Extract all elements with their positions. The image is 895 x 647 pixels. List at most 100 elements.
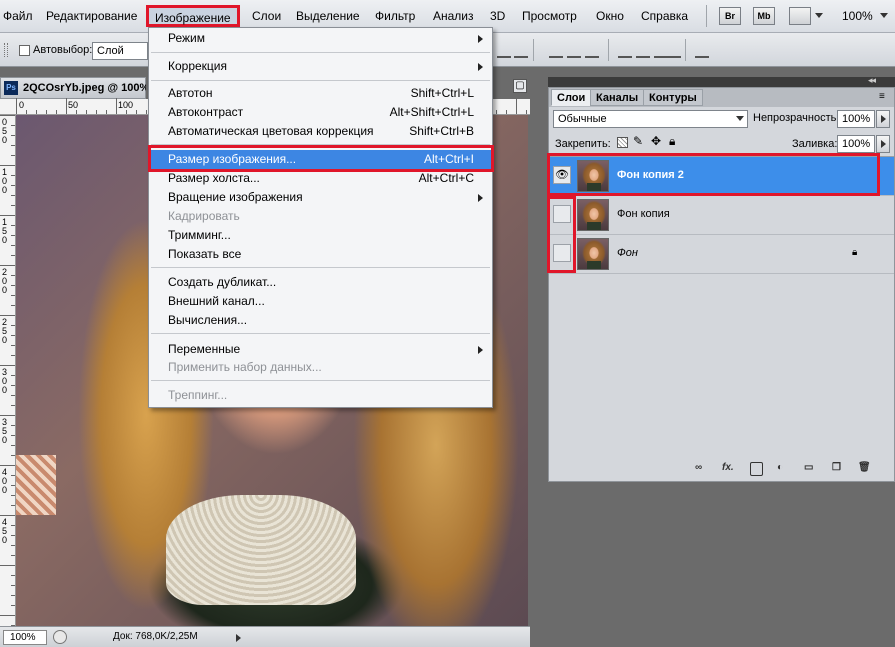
- menu-image[interactable]: Изображение: [146, 5, 240, 27]
- ruler-tick: [0, 165, 15, 166]
- menu-layers[interactable]: Слои: [252, 9, 281, 23]
- annotation-highlight: [547, 196, 576, 273]
- ruler-tick: [11, 425, 15, 426]
- menu-separator: [151, 380, 490, 381]
- layers-panel: Слои Каналы Контуры ≡ Обычные Непрозрачн…: [548, 87, 895, 482]
- menu-analysis[interactable]: Анализ: [433, 9, 474, 23]
- adjustment-icon[interactable]: ◐: [777, 462, 783, 476]
- blend-mode-dropdown[interactable]: Обычные: [553, 110, 748, 128]
- menu-file[interactable]: Файл: [3, 9, 33, 23]
- ruler-tick: [0, 565, 15, 566]
- annotation-highlight: [547, 153, 880, 196]
- new-layer-icon[interactable]: ❐: [832, 462, 841, 476]
- ruler-tick: [11, 155, 15, 156]
- layer-row[interactable]: Фон 🔒︎: [549, 235, 894, 274]
- tab-channels[interactable]: Каналы: [590, 89, 645, 106]
- layer-thumbnail: [577, 238, 609, 270]
- distribute-left-icon[interactable]: [618, 44, 632, 58]
- distribute-bottom-icon[interactable]: [585, 44, 599, 58]
- maximize-icon[interactable]: ▢: [513, 79, 527, 93]
- lock-brush-icon[interactable]: ✎: [633, 134, 643, 148]
- chevron-down-icon[interactable]: [880, 13, 888, 18]
- menu-item-apply-image[interactable]: Внешний канал...: [149, 292, 492, 311]
- chevron-down-icon[interactable]: [815, 13, 823, 18]
- ruler-tick: [0, 465, 15, 466]
- ruler-tick: [0, 215, 15, 216]
- folder-icon[interactable]: ▭: [804, 462, 813, 476]
- menu-select[interactable]: Выделение: [296, 9, 360, 23]
- ruler-tick: [11, 385, 15, 386]
- menu-item-auto-color[interactable]: Автоматическая цветовая коррекция Shift+C…: [149, 122, 492, 141]
- ruler-tick: [11, 505, 15, 506]
- tab-layers[interactable]: Слои: [551, 89, 592, 106]
- distribute-right-icon[interactable]: [667, 44, 681, 58]
- menu-item-auto-contrast[interactable]: Автоконтраст Alt+Shift+Ctrl+L: [149, 103, 492, 122]
- menu-item-auto-tone[interactable]: Автотон Shift+Ctrl+L: [149, 84, 492, 103]
- menu-item-trim[interactable]: Тримминг...: [149, 226, 492, 245]
- ruler-tick: [11, 225, 15, 226]
- align-top-icon[interactable]: [497, 44, 511, 58]
- opacity-slider-button[interactable]: [876, 110, 890, 128]
- menu-separator: [151, 80, 490, 81]
- autoselect-dropdown[interactable]: Слой: [92, 42, 148, 60]
- autoselect-checkbox[interactable]: [19, 45, 30, 56]
- menu-item-calculations[interactable]: Вычисления...: [149, 311, 492, 330]
- fill-input[interactable]: 100%: [837, 135, 875, 153]
- zoom-field[interactable]: 100%: [3, 630, 47, 645]
- ruler-tick: [11, 435, 15, 436]
- link-icon[interactable]: ∞: [695, 462, 702, 476]
- ruler-tick: [11, 405, 15, 406]
- ruler-tick: [66, 98, 67, 114]
- menu-window[interactable]: Окно: [596, 9, 624, 23]
- ruler-tick: [126, 110, 127, 114]
- distribute-top-icon[interactable]: [549, 44, 563, 58]
- menu-item-variables[interactable]: Переменные: [149, 340, 492, 359]
- ruler-tick: [36, 110, 37, 114]
- menu-edit[interactable]: Редактирование: [46, 9, 137, 23]
- zoom-level[interactable]: 100%: [842, 9, 873, 23]
- menu-item-mode[interactable]: Режим: [149, 29, 492, 48]
- menu-filter[interactable]: Фильтр: [375, 9, 415, 23]
- distribute-center-icon[interactable]: [636, 44, 650, 58]
- align-middle-icon[interactable]: [514, 44, 528, 58]
- lock-transparency-icon[interactable]: [617, 137, 628, 148]
- bridge-icon[interactable]: Br: [719, 7, 741, 25]
- tab-paths[interactable]: Контуры: [643, 89, 703, 106]
- menu-item-adjustments[interactable]: Коррекция: [149, 57, 492, 76]
- opacity-input[interactable]: 100%: [837, 110, 875, 128]
- layer-name: Фон: [617, 247, 638, 259]
- ruler-tick: [146, 110, 147, 114]
- lock-move-icon[interactable]: ✥: [651, 134, 661, 148]
- ruler-label: 0: [2, 285, 8, 295]
- ruler-tick: [11, 585, 15, 586]
- panel-menu-icon[interactable]: ≡: [879, 91, 885, 102]
- layer-row[interactable]: Фон копия: [549, 196, 894, 235]
- status-menu-icon[interactable]: [53, 630, 67, 644]
- menu-item-reveal-all[interactable]: Показать все: [149, 245, 492, 264]
- distribute-middle-icon[interactable]: [567, 44, 581, 58]
- ruler-tick: [11, 295, 15, 296]
- menu-view[interactable]: Просмотр: [522, 9, 577, 23]
- mask-icon[interactable]: [750, 462, 763, 476]
- fill-slider-button[interactable]: [876, 135, 890, 153]
- trash-icon[interactable]: 🗑︎: [858, 462, 871, 476]
- chevron-right-icon[interactable]: [236, 634, 241, 642]
- distribute-right-icon[interactable]: [654, 44, 668, 58]
- submenu-arrow-icon: [478, 35, 483, 43]
- ruler-tick: [11, 485, 15, 486]
- ruler-tick: [11, 325, 15, 326]
- document-tab[interactable]: Ps 2QCOsrYb.jpeg @ 100%: [0, 77, 149, 99]
- lock-all-icon[interactable]: 🔒︎: [669, 134, 675, 149]
- fx-icon[interactable]: fx.: [722, 462, 734, 476]
- mini-bridge-icon[interactable]: Mb: [753, 7, 775, 25]
- auto-align-icon[interactable]: [695, 44, 709, 58]
- ruler-tick: [11, 195, 15, 196]
- collapse-icon[interactable]: ◂◂: [868, 75, 876, 86]
- menu-item-duplicate[interactable]: Создать дубликат...: [149, 273, 492, 292]
- ruler-tick: [116, 98, 117, 114]
- menu-help[interactable]: Справка: [641, 9, 688, 23]
- ruler-label: 0: [2, 485, 8, 495]
- screen-mode-icon[interactable]: [789, 7, 811, 25]
- menu-3d[interactable]: 3D: [490, 9, 505, 23]
- menu-item-image-rotation[interactable]: Вращение изображения: [149, 188, 492, 207]
